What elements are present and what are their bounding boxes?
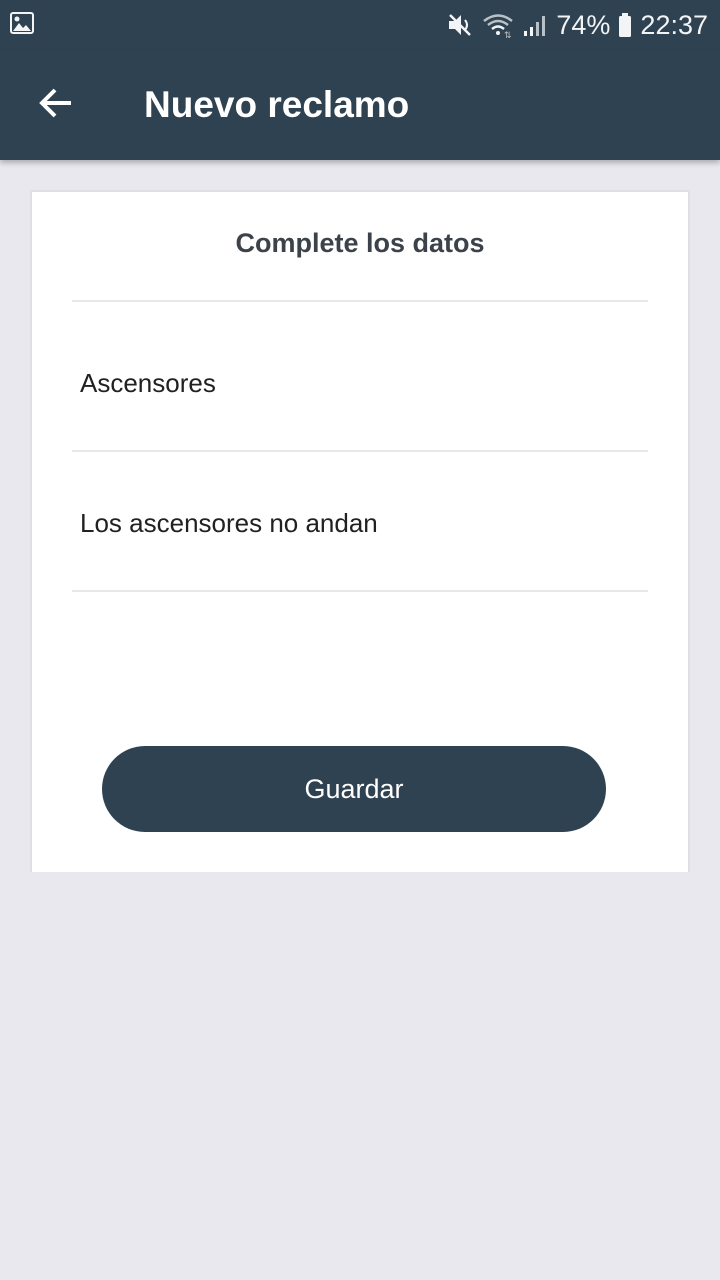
- arrow-left-icon: [38, 85, 74, 126]
- back-button[interactable]: [20, 69, 92, 141]
- save-button-label: Guardar: [304, 773, 404, 804]
- signal-icon: [522, 12, 548, 38]
- app-bar: Nuevo reclamo: [0, 50, 720, 160]
- category-field[interactable]: Ascensores: [72, 368, 648, 399]
- description-field-underline: [72, 590, 648, 592]
- form-card: Complete los datos Ascensores Los ascens…: [30, 190, 690, 872]
- divider: [72, 300, 648, 302]
- svg-text:⇅: ⇅: [504, 31, 512, 38]
- page-title: Nuevo reclamo: [144, 84, 410, 125]
- battery-icon: [618, 12, 632, 38]
- battery-percent: 74%: [556, 9, 611, 40]
- save-button[interactable]: Guardar: [102, 746, 606, 832]
- form-heading: Complete los datos: [235, 228, 485, 258]
- category-field-underline: [72, 450, 648, 452]
- mute-icon: [446, 12, 474, 38]
- status-bar: ⇅ 74% 22:37: [0, 0, 720, 50]
- wifi-icon: ⇅: [482, 12, 514, 38]
- description-field[interactable]: Los ascensores no andan: [72, 508, 648, 539]
- image-notification-icon: [10, 11, 34, 39]
- clock: 22:37: [640, 9, 708, 40]
